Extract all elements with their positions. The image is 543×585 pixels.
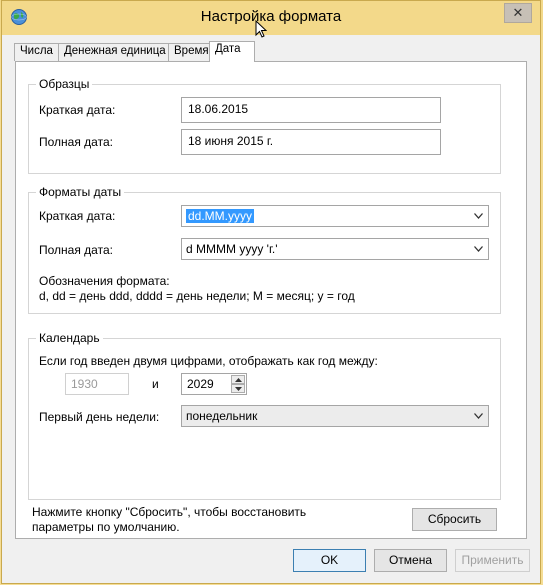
year-to-value[interactable]: 2029 [187, 377, 214, 391]
format-short-label: Краткая дата: [39, 209, 116, 223]
window-title: Настройка формата [200, 8, 342, 25]
triangle-down-icon [234, 386, 242, 391]
format-notation-title: Обозначения формата: [39, 274, 170, 288]
sample-short-label: Краткая дата: [39, 103, 116, 117]
first-day-label: Первый день недели: [39, 410, 160, 424]
sample-long-label: Полная дата: [39, 135, 113, 149]
samples-group: Образцы Краткая дата: 18.06.2015 Полная … [28, 77, 501, 174]
sample-long-date-field: 18 июня 2015 г. [181, 129, 441, 155]
close-button[interactable]: ✕ [504, 3, 532, 23]
first-day-combo[interactable]: понедельник [181, 405, 489, 427]
format-settings-dialog: Настройка формата ✕ Числа Денежная едини… [1, 0, 541, 584]
and-label: и [152, 377, 159, 391]
chevron-down-icon[interactable] [474, 213, 483, 219]
samples-legend: Образцы [36, 77, 93, 91]
format-notation-text: d, dd = день ddd, dddd = день недели; M … [39, 289, 355, 303]
spin-down-button[interactable] [231, 384, 245, 393]
date-formats-legend: Форматы даты [36, 185, 125, 199]
chevron-down-icon[interactable] [474, 413, 483, 419]
spin-up-button[interactable] [231, 375, 245, 384]
titlebar[interactable]: Настройка формата ✕ [2, 1, 540, 35]
short-date-format-value: dd.MM.yyyy [186, 209, 255, 223]
year-to-stepper[interactable]: 2029 [181, 373, 247, 395]
reset-hint: Нажмите кнопку "Сбросить", чтобы восстан… [32, 505, 307, 534]
apply-button[interactable]: Применить [455, 549, 530, 572]
triangle-up-icon [234, 377, 242, 382]
close-icon: ✕ [512, 5, 524, 20]
reset-button[interactable]: Сбросить [412, 508, 497, 531]
date-formats-group: Форматы даты Краткая дата: dd.MM.yyyy По… [28, 185, 501, 314]
short-date-format-combo[interactable]: dd.MM.yyyy [181, 205, 489, 227]
cancel-button[interactable]: Отмена [374, 549, 447, 572]
year-from-field: 1930 [65, 373, 129, 395]
mouse-cursor-icon [255, 20, 267, 38]
calendar-group: Календарь Если год введен двумя цифрами,… [28, 331, 501, 500]
tab-date[interactable]: Дата [209, 41, 255, 62]
tab-numbers[interactable]: Числа [14, 43, 59, 61]
tab-currency[interactable]: Денежная единица [58, 43, 169, 61]
two-digit-year-label: Если год введен двумя цифрами, отображат… [39, 354, 378, 368]
long-date-format-combo[interactable]: d MMMM yyyy 'г.' [181, 238, 489, 260]
ok-button[interactable]: OK [293, 549, 366, 572]
first-day-value: понедельник [186, 409, 258, 423]
date-tab-panel: Образцы Краткая дата: 18.06.2015 Полная … [15, 61, 527, 539]
sample-short-date-field: 18.06.2015 [181, 97, 441, 123]
tab-time[interactable]: Время [168, 43, 210, 61]
long-date-format-value: d MMMM yyyy 'г.' [186, 242, 278, 256]
format-long-label: Полная дата: [39, 243, 113, 257]
calendar-legend: Календарь [36, 331, 103, 345]
chevron-down-icon[interactable] [474, 246, 483, 252]
